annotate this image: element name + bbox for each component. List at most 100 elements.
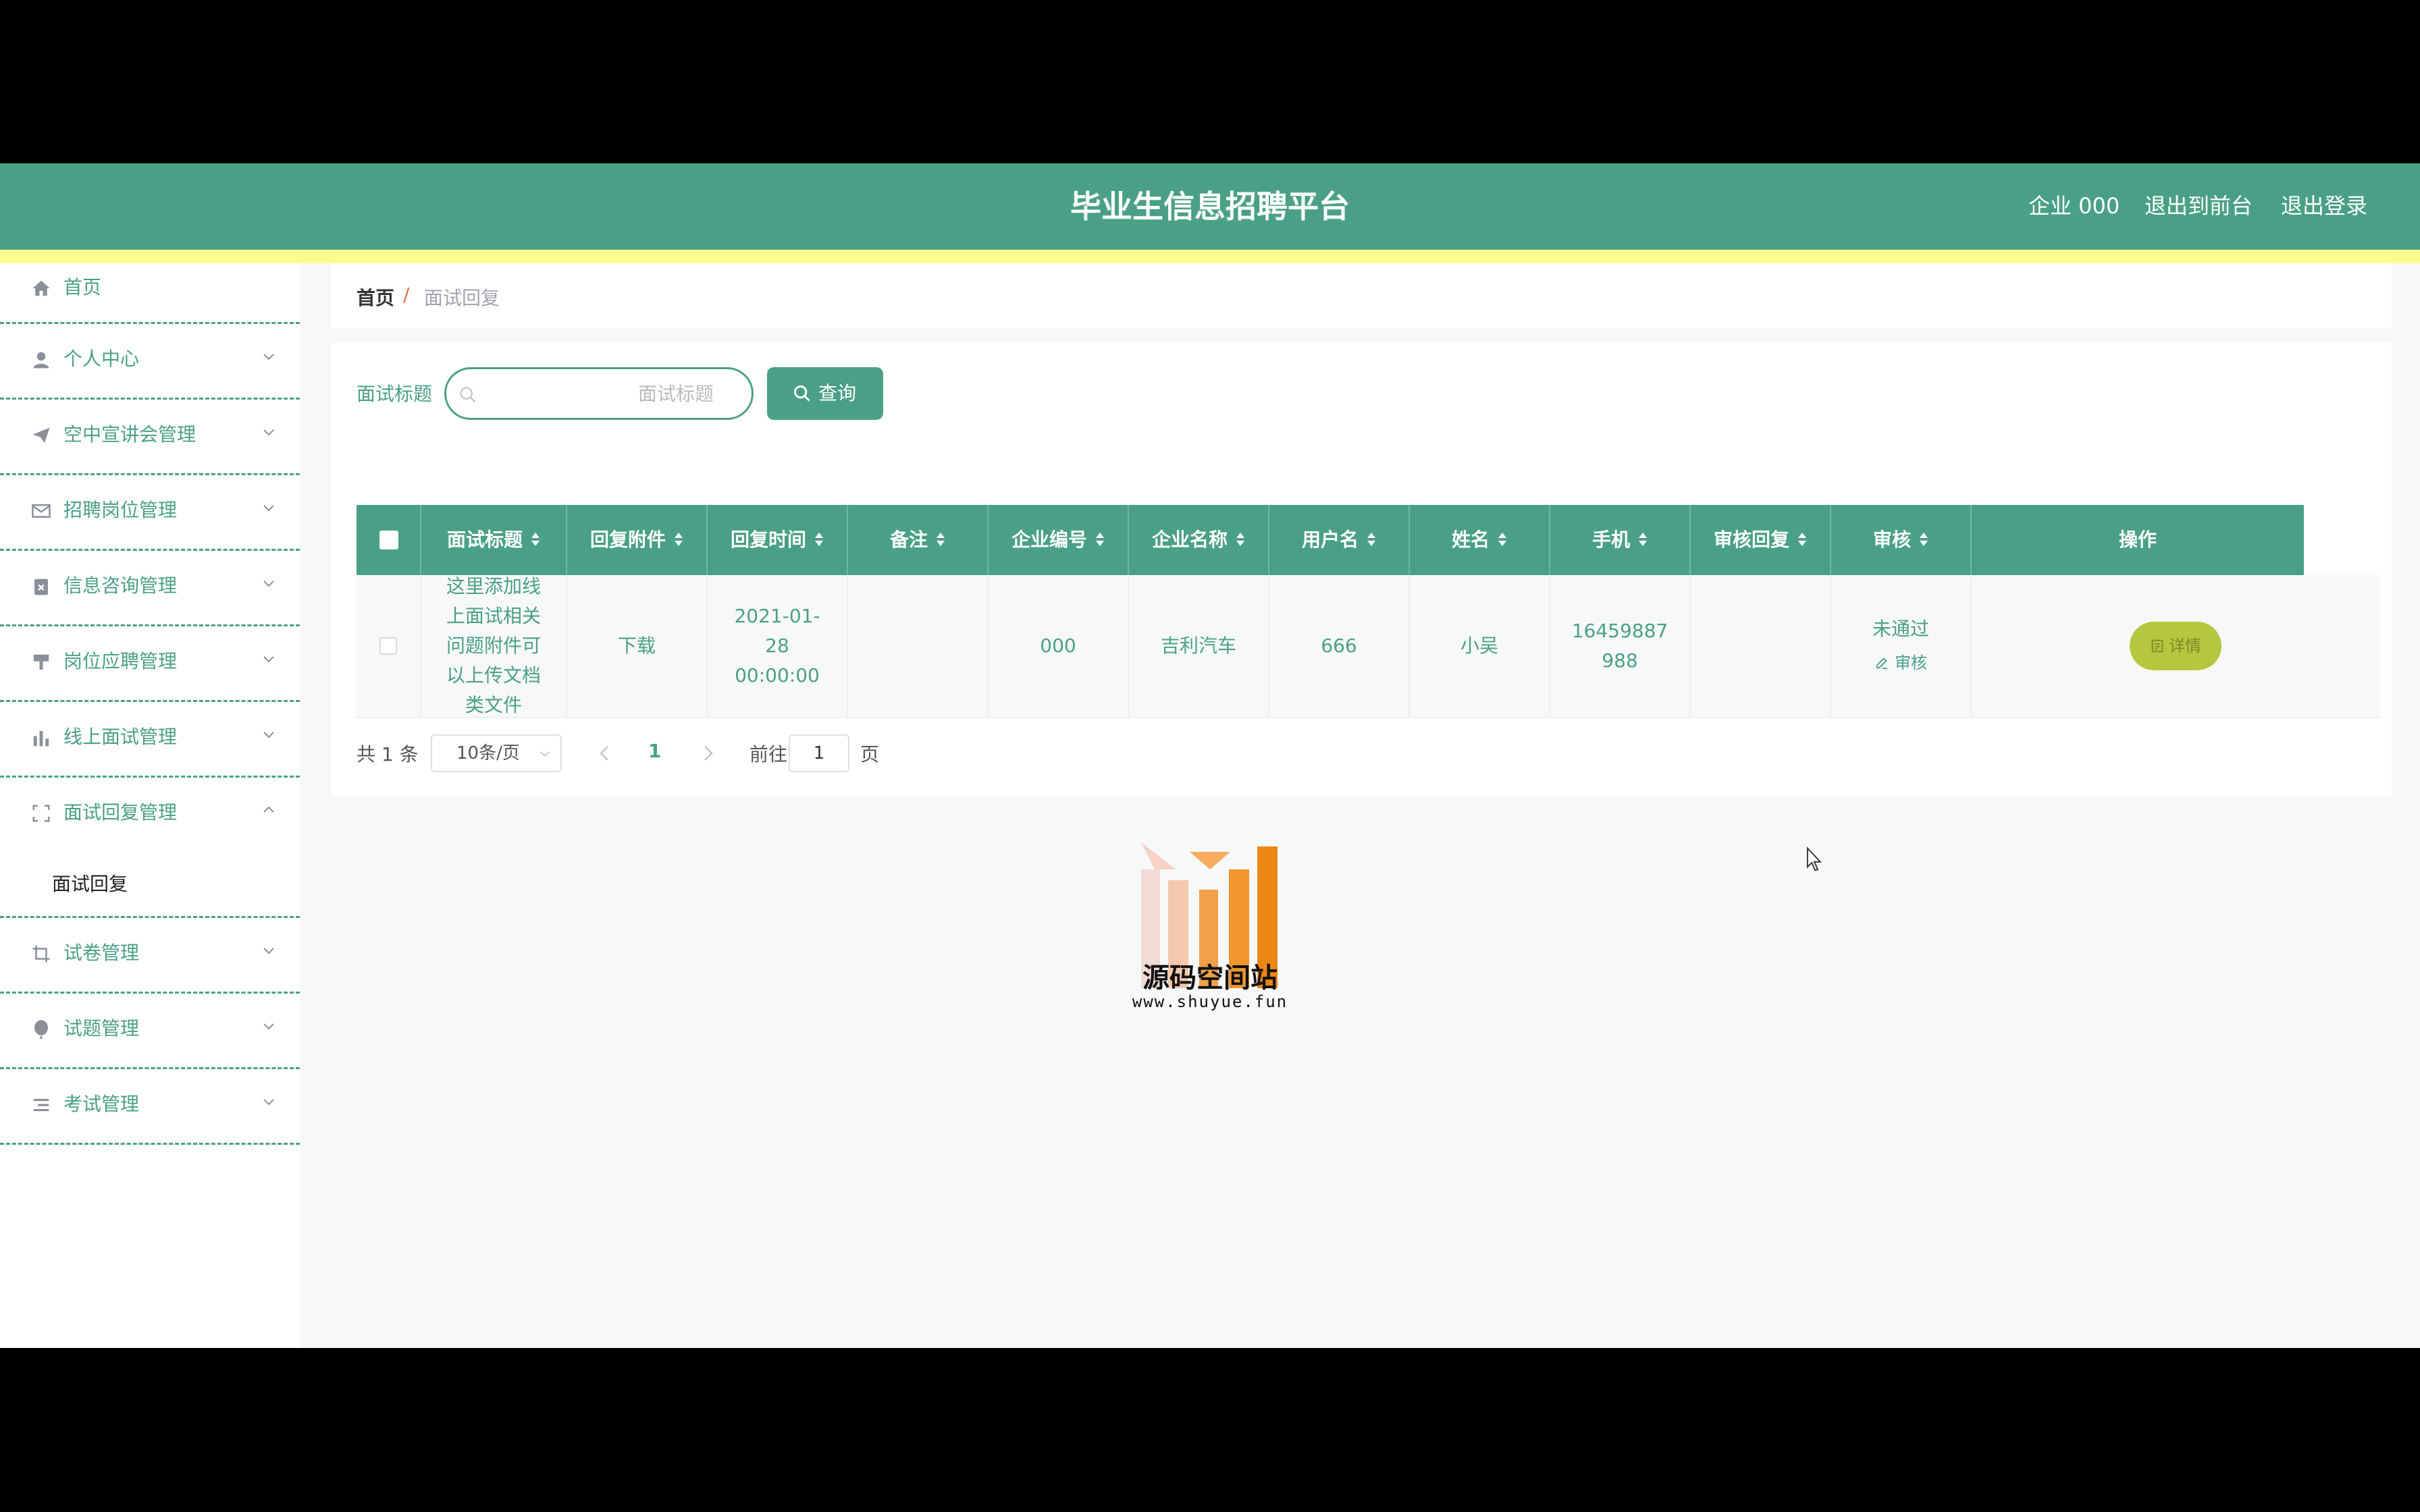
clipboard-x-icon: [34, 578, 48, 595]
chevron-down-icon: [263, 656, 274, 663]
column-header[interactable]: 备注: [848, 505, 989, 575]
column-header[interactable]: 面试标题: [421, 505, 567, 575]
detail-button[interactable]: 详情: [2130, 622, 2221, 670]
page-size-select[interactable]: 10条/页: [431, 734, 562, 772]
chevron-down-icon: [263, 429, 274, 436]
app-window: 毕业生信息招聘平台 企业 000 退出到前台 退出登录 首页 个人中心 空中宣讲…: [0, 163, 2420, 1348]
sidebar-item-papers[interactable]: 试卷管理: [0, 918, 300, 994]
sidebar-item-label: 线上面试管理: [63, 726, 178, 748]
column-header[interactable]: 企业名称: [1129, 505, 1269, 575]
mouse-cursor-icon: [1806, 846, 1822, 871]
sort-icon: [675, 533, 683, 546]
breadcrumb: 首页 / 面试回复: [331, 263, 2392, 328]
column-header[interactable]: 审核: [1831, 505, 1972, 575]
content-panel: 面试标题 查询 面试标题 回复附件 回复时间 备注 企业编号 企业名称 用户名 …: [331, 343, 2392, 795]
chevron-down-icon: [263, 354, 274, 360]
sidebar-item-interview-reply[interactable]: 面试回复管理 面试回复: [0, 778, 300, 918]
brush-icon: [33, 654, 49, 670]
sort-icon: [937, 533, 945, 546]
search-icon: [460, 387, 476, 403]
breadcrumb-current: 面试回复: [424, 287, 500, 309]
cell-company-name: 吉利汽车: [1129, 575, 1269, 717]
page-number[interactable]: 1: [648, 740, 661, 762]
sidebar-item-label: 个人中心: [63, 348, 140, 370]
chevron-down-icon: [263, 1099, 274, 1106]
home-icon: [32, 280, 50, 296]
search-field[interactable]: [444, 367, 754, 420]
list-icon: [33, 1098, 49, 1112]
sort-icon: [1798, 533, 1806, 546]
column-header[interactable]: 企业编号: [989, 505, 1129, 575]
chevron-down-icon: [263, 948, 274, 954]
sidebar-item-applications[interactable]: 岗位应聘管理: [0, 626, 300, 702]
search-label: 面试标题: [357, 383, 433, 405]
select-all-checkbox[interactable]: [379, 531, 398, 549]
user-icon: [33, 352, 49, 369]
audit-link[interactable]: 审核: [1874, 648, 1927, 678]
sort-icon: [1639, 533, 1647, 546]
column-header[interactable]: 手机: [1550, 505, 1691, 575]
column-header[interactable]: 回复附件: [567, 505, 708, 575]
chevron-down-icon: [540, 751, 550, 757]
audit-status: 未通过: [1872, 618, 1929, 640]
column-header[interactable]: 回复时间: [708, 505, 848, 575]
sidebar-item-label: 试题管理: [63, 1017, 140, 1040]
page-jump-input[interactable]: [789, 734, 849, 772]
download-link[interactable]: 下载: [567, 575, 708, 717]
document-icon: [2151, 639, 2163, 653]
sort-icon: [1367, 533, 1375, 546]
cell-audit: 未通过 审核: [1831, 575, 1972, 717]
search-input[interactable]: [487, 376, 741, 411]
sidebar-item-questions[interactable]: 试题管理: [0, 994, 300, 1069]
cell-name: 小吴: [1410, 575, 1550, 717]
chevron-down-icon: [263, 1023, 274, 1030]
next-page-icon[interactable]: [700, 744, 716, 763]
sidebar-menu: 首页 个人中心 空中宣讲会管理 招聘岗位管理 信息咨询管理 岗位应聘管理 线上面…: [0, 263, 300, 1348]
cell-company-no: 000: [989, 575, 1129, 717]
query-button[interactable]: 查询: [767, 367, 883, 420]
sidebar-item-sky-talk[interactable]: 空中宣讲会管理: [0, 400, 300, 475]
back-to-front-link[interactable]: 退出到前台: [2145, 163, 2253, 250]
cell-audit-reply: [1691, 575, 1831, 717]
sidebar-item-home[interactable]: 首页: [0, 263, 300, 324]
sidebar-item-label: 信息咨询管理: [63, 574, 178, 597]
header-select-cell: [357, 505, 421, 575]
column-header[interactable]: 审核回复: [1691, 505, 1831, 575]
submenu-interview-reply[interactable]: 面试回复: [0, 852, 300, 911]
sidebar-item-label: 面试回复管理: [63, 801, 178, 824]
cell-actions: 详情: [1972, 575, 2379, 717]
query-button-label: 查询: [818, 382, 857, 404]
sidebar-item-label: 招聘岗位管理: [63, 499, 178, 521]
mail-icon: [32, 504, 51, 518]
sort-icon: [1096, 533, 1104, 546]
sidebar-item-online-interview[interactable]: 线上面试管理: [0, 702, 300, 778]
sidebar-item-personal-center[interactable]: 个人中心: [0, 324, 300, 400]
bar-chart-icon: [33, 731, 49, 747]
sidebar-item-consulting[interactable]: 信息咨询管理: [0, 551, 300, 626]
sidebar-item-exams[interactable]: 考试管理: [0, 1069, 300, 1145]
page-suffix: 页: [860, 743, 880, 765]
header-accent-bar: [0, 250, 2420, 263]
page-size-value: 10条/页: [456, 743, 520, 763]
crop-icon: [32, 945, 50, 963]
column-header[interactable]: 姓名: [1410, 505, 1550, 575]
column-header[interactable]: 用户名: [1269, 505, 1410, 575]
pagination: 共 1 条 10条/页 1 前往 页: [357, 734, 964, 772]
row-checkbox[interactable]: [379, 637, 397, 655]
audit-link-label: 审核: [1895, 653, 1927, 672]
sidebar-item-label: 考试管理: [63, 1093, 140, 1115]
cell-username: 666: [1269, 575, 1410, 717]
row-select-cell: [357, 575, 421, 717]
user-account-link[interactable]: 企业 000: [2028, 163, 2120, 250]
chevron-up-icon: [263, 806, 274, 813]
sort-icon: [1920, 533, 1928, 546]
sidebar-item-job-posts[interactable]: 招聘岗位管理: [0, 475, 300, 551]
prev-page-icon[interactable]: [597, 744, 613, 763]
breadcrumb-home[interactable]: 首页: [357, 284, 394, 310]
balloon-icon: [34, 1020, 48, 1039]
submenu-item-label: 面试回复: [52, 873, 128, 895]
detail-button-label: 详情: [2169, 637, 2201, 655]
sidebar-item-label: 岗位应聘管理: [63, 650, 178, 672]
logout-link[interactable]: 退出登录: [2281, 163, 2367, 250]
table-row: 这里添加线上面试相关问题附件可以上传文档类文件 下载 2021-01-28 00…: [357, 575, 2379, 718]
